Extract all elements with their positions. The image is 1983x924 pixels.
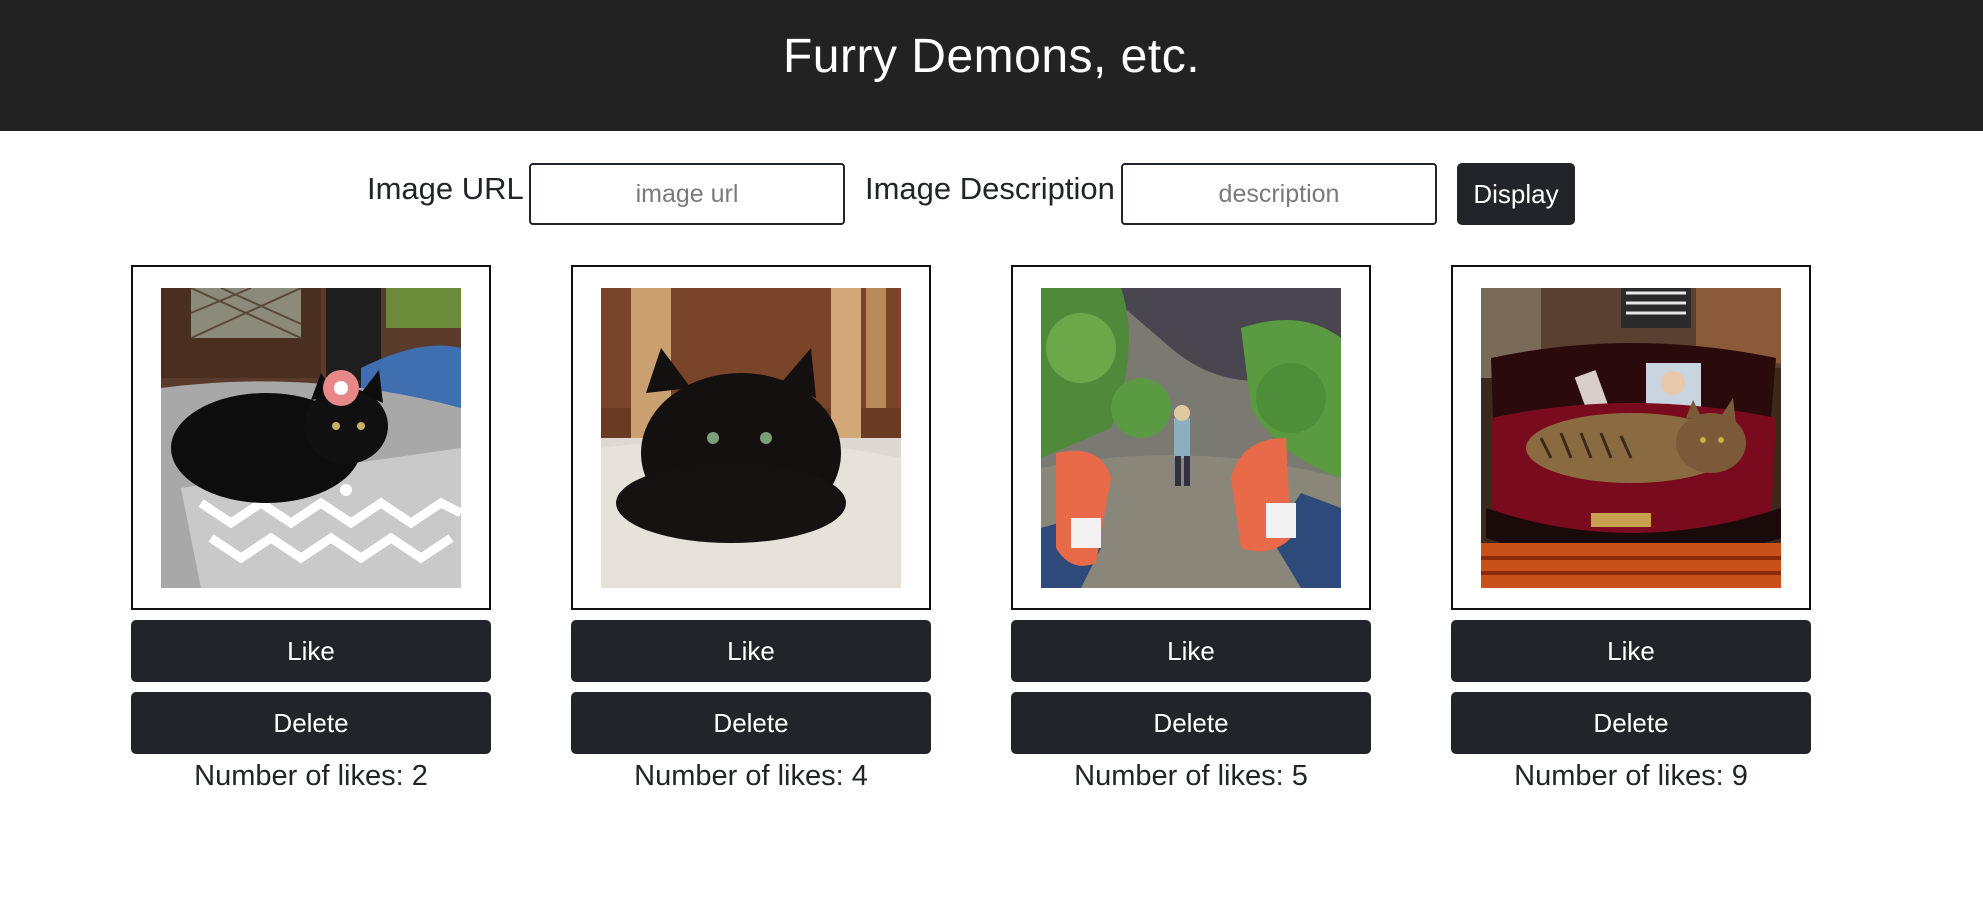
image-frame: [571, 265, 931, 610]
cat-image: [1481, 287, 1781, 588]
delete-button[interactable]: Delete: [1451, 692, 1811, 754]
like-button[interactable]: Like: [1011, 620, 1371, 682]
image-frame: [131, 265, 491, 610]
likes-count: Number of likes: 2: [194, 760, 428, 792]
display-button[interactable]: Display: [1457, 163, 1575, 225]
image-card: Like Delete Number of likes: 5: [1011, 265, 1371, 793]
delete-button[interactable]: Delete: [1011, 692, 1371, 754]
image-card: Like Delete Number of likes: 2: [131, 265, 491, 793]
image-gallery: Like Delete Number of likes: 2 Like Dele…: [0, 265, 1983, 805]
page-title: Furry Demons, etc.: [782, 30, 1201, 83]
image-url-input[interactable]: [529, 163, 845, 225]
image-frame: [1011, 265, 1371, 610]
delete-button[interactable]: Delete: [131, 692, 491, 754]
likes-count: Number of likes: 4: [634, 760, 868, 792]
likes-count: Number of likes: 9: [1514, 760, 1748, 792]
hiking-image: [1041, 287, 1341, 588]
image-url-label: Image URL: [367, 171, 524, 206]
image-description-input[interactable]: [1121, 163, 1437, 225]
cat-image: [161, 287, 461, 588]
delete-button[interactable]: Delete: [571, 692, 931, 754]
likes-count: Number of likes: 5: [1074, 760, 1308, 792]
add-image-form: Image URL Image Description Display: [0, 163, 1983, 225]
image-card: Like Delete Number of likes: 9: [1451, 265, 1811, 793]
app-header: Furry Demons, etc.: [0, 0, 1983, 131]
image-frame: [1451, 265, 1811, 610]
cat-image: [601, 287, 901, 588]
like-button[interactable]: Like: [131, 620, 491, 682]
like-button[interactable]: Like: [1451, 620, 1811, 682]
image-description-label: Image Description: [865, 171, 1115, 206]
image-card: Like Delete Number of likes: 4: [571, 265, 931, 793]
like-button[interactable]: Like: [571, 620, 931, 682]
